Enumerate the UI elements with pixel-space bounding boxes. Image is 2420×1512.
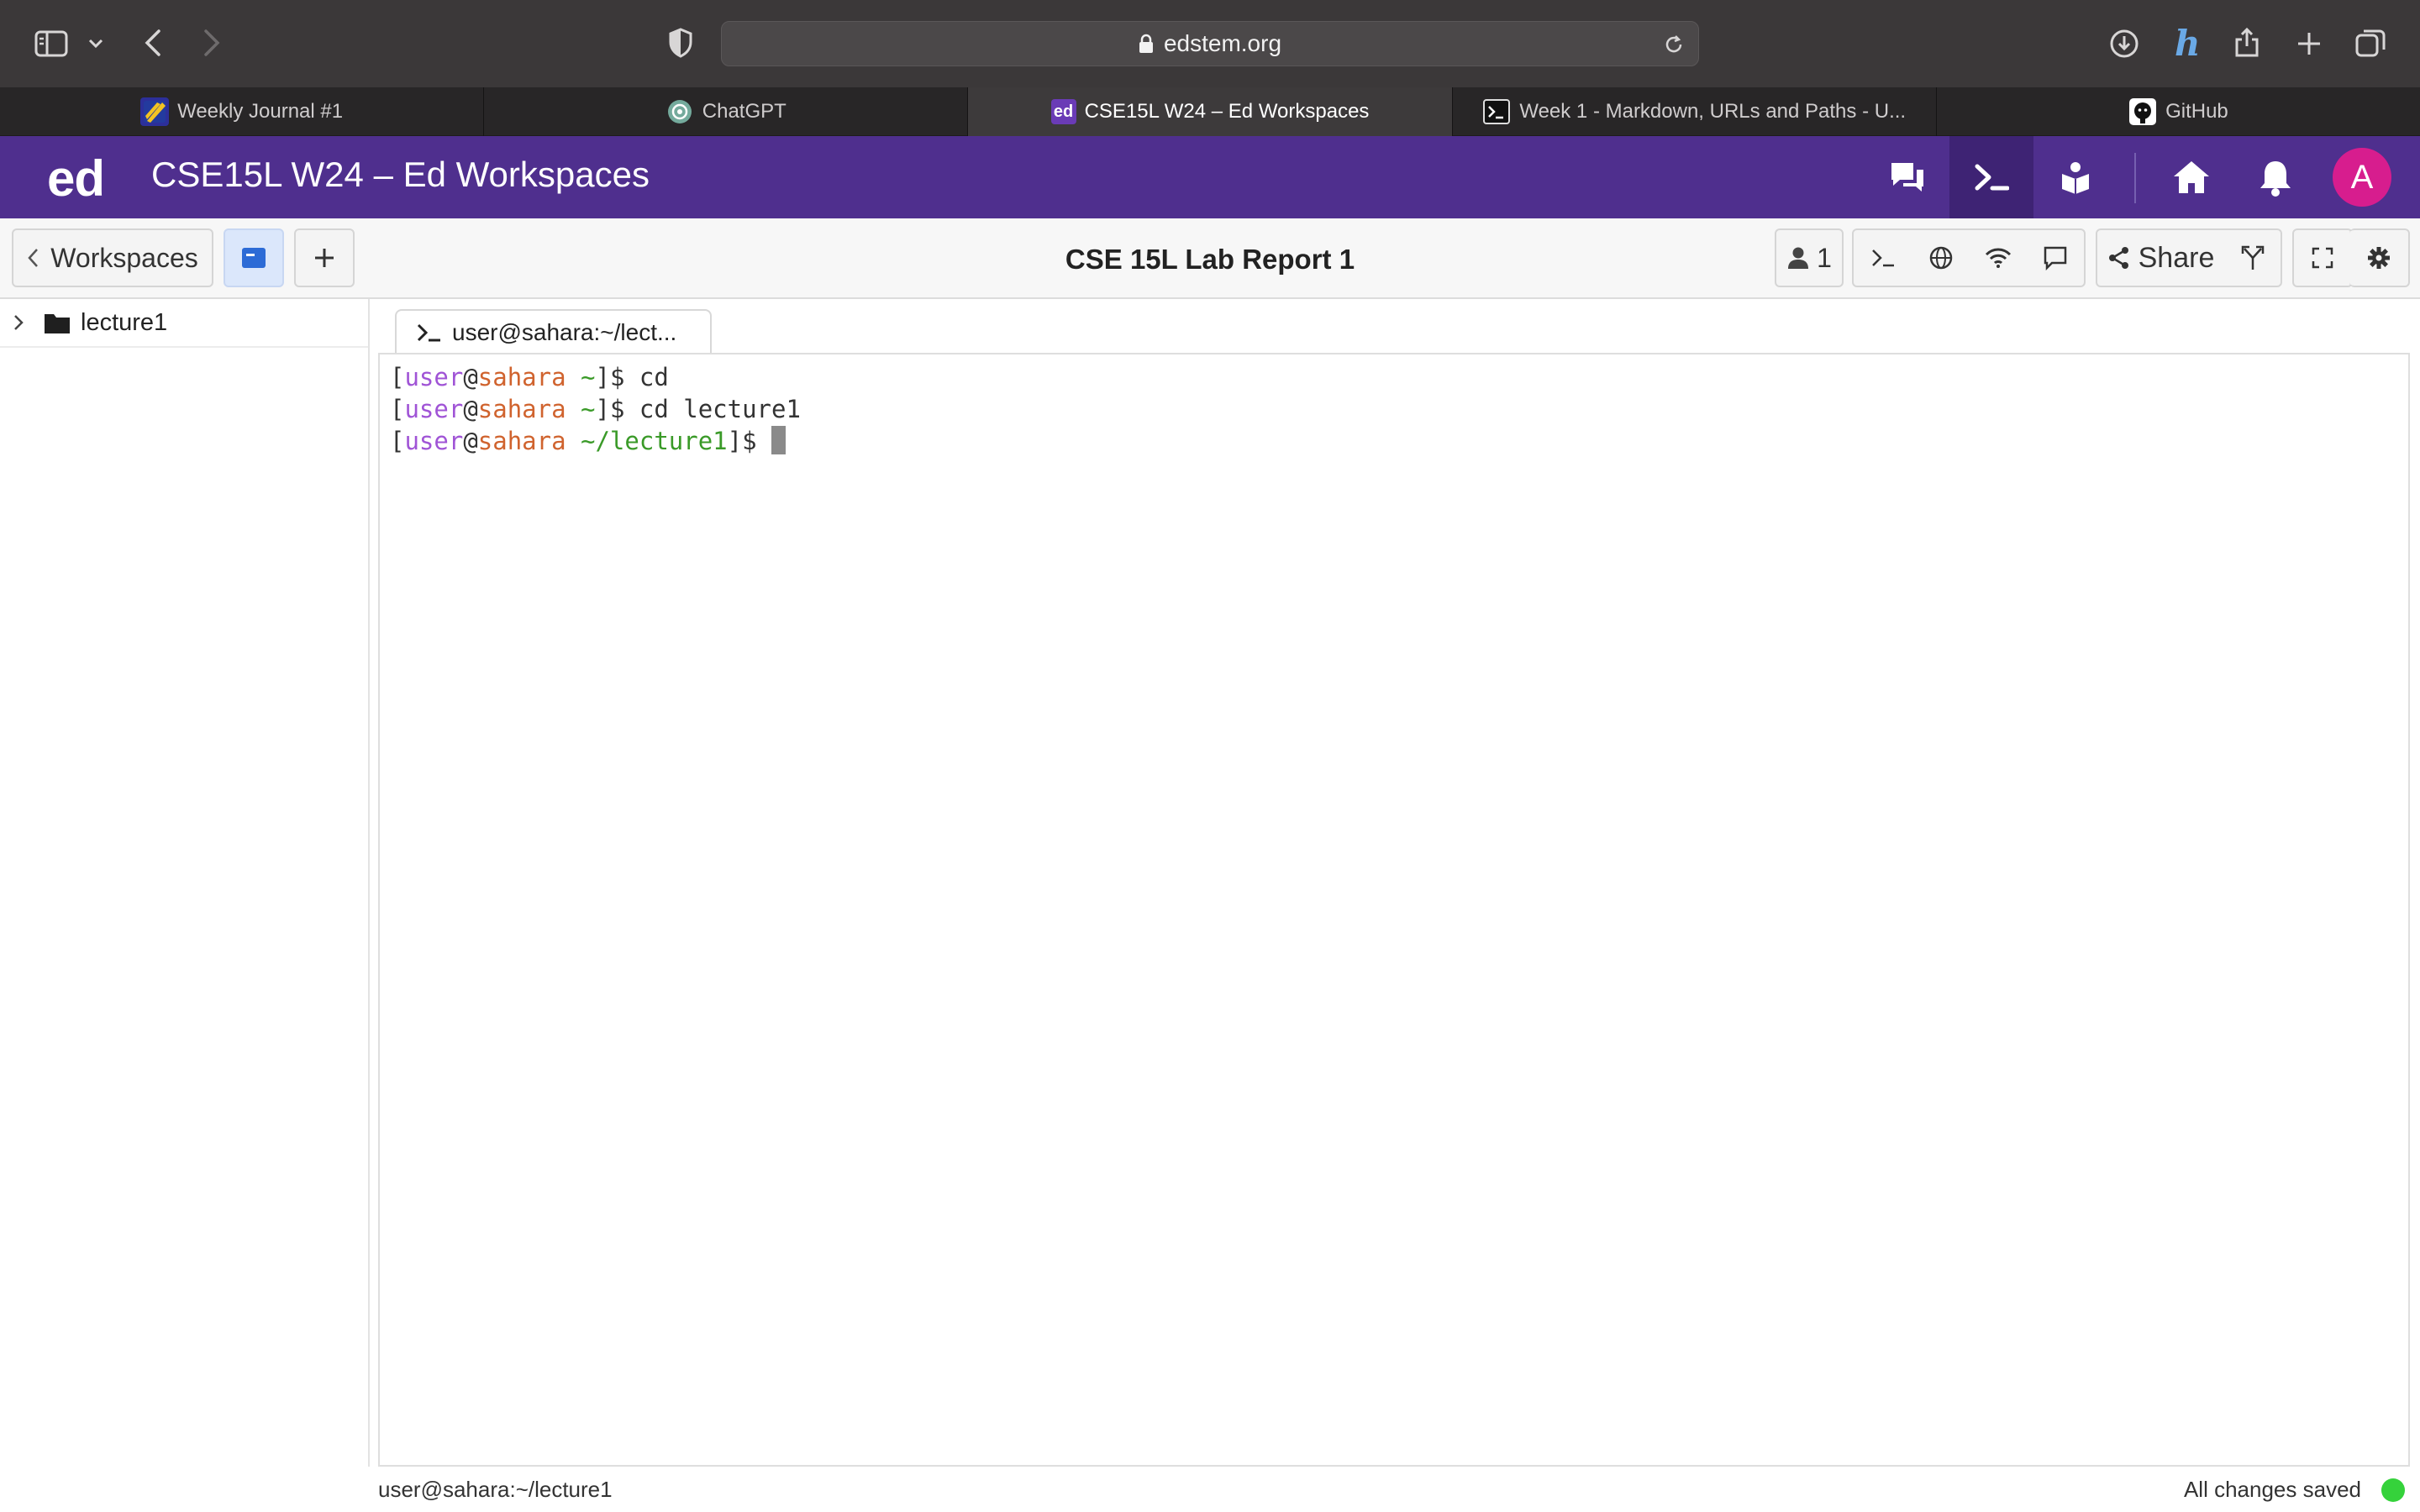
lessons-nav-button[interactable] <box>2033 136 2118 218</box>
comment-icon <box>2043 245 2068 270</box>
chevron-left-icon <box>27 248 39 268</box>
ed-favicon-icon: ed <box>1050 99 1076 124</box>
tab-label: GitHub <box>2165 100 2228 123</box>
workspace-toolbar: Workspaces CSE 15L Lab Report 1 1 Share <box>0 218 2420 299</box>
terminal-line: [user@sahara ~/lecture1]$ <box>390 425 801 457</box>
forward-arrow-icon[interactable] <box>198 25 225 60</box>
status-path: user@sahara:~/lecture1 <box>378 1477 613 1502</box>
browser-toolbar: edstem.org h <box>0 0 2420 87</box>
chevron-down-icon[interactable] <box>86 32 106 55</box>
panel-icon <box>241 247 266 269</box>
network-button[interactable] <box>1912 230 1970 286</box>
url-text: edstem.org <box>1163 30 1282 56</box>
hypothesis-extension-icon[interactable]: h <box>2168 22 2205 64</box>
terminal-tab-label: user@sahara:~/lect... <box>452 319 677 345</box>
users-button[interactable]: 1 <box>1775 228 1844 287</box>
plus-icon <box>313 247 335 269</box>
browser-tab-week1[interactable]: Week 1 - Markdown, URLs and Paths - U... <box>1453 87 1937 136</box>
ed-logo[interactable]: ed <box>47 150 105 207</box>
share-label: Share <box>2138 241 2215 274</box>
fork-icon <box>2240 244 2265 271</box>
page-title: CSE15L W24 – Ed Workspaces <box>151 155 650 194</box>
fork-button[interactable] <box>2225 230 2281 286</box>
add-button[interactable] <box>294 228 355 287</box>
saved-indicator-dot <box>2381 1478 2405 1502</box>
connection-button[interactable] <box>1970 230 2027 286</box>
svg-text:h: h <box>2175 24 2201 62</box>
chat-button[interactable] <box>2027 230 2084 286</box>
sidebar-toggle-icon[interactable] <box>32 27 71 60</box>
terminal-line: [user@sahara ~]$ cd <box>390 363 669 391</box>
terminal-cursor <box>771 426 786 454</box>
status-bar: user@sahara:~/lecture1 All changes saved <box>0 1467 2420 1512</box>
users-count: 1 <box>1817 242 1832 273</box>
tab-label: ChatGPT <box>702 100 786 123</box>
terminal-icon <box>1870 248 1896 268</box>
address-bar[interactable]: edstem.org <box>721 21 1699 66</box>
browser-tab-ed-workspaces[interactable]: ed CSE15L W24 – Ed Workspaces <box>968 87 1453 136</box>
gear-icon <box>2367 246 2391 270</box>
tree-folder-item[interactable]: lecture1 <box>0 299 368 348</box>
save-status-text: All changes saved <box>2183 1477 2361 1502</box>
folder-icon <box>44 311 71 334</box>
header-divider <box>2134 153 2136 203</box>
privacy-shield-icon[interactable] <box>666 25 696 60</box>
tree-item-label: lecture1 <box>81 308 168 336</box>
back-label: Workspaces <box>50 242 198 273</box>
tab-overview-icon[interactable] <box>2353 25 2388 60</box>
fullscreen-button[interactable] <box>2292 228 2353 287</box>
chevron-right-icon <box>13 314 24 331</box>
download-icon[interactable] <box>2107 27 2141 60</box>
tab-label: Week 1 - Markdown, URLs and Paths - U... <box>1519 100 1907 123</box>
share-button[interactable]: Share <box>2097 230 2225 286</box>
home-nav-button[interactable] <box>2149 136 2233 218</box>
book-reader-icon <box>2059 160 2092 194</box>
ed-app-header: ed CSE15L W24 – Ed Workspaces A <box>0 136 2420 218</box>
workspace-tools-group <box>1852 228 2086 287</box>
back-arrow-icon[interactable] <box>139 25 166 60</box>
github-favicon-icon <box>2128 97 2157 126</box>
home-icon <box>2172 160 2211 195</box>
reload-icon[interactable] <box>1661 32 1686 57</box>
toggle-file-panel-button[interactable] <box>224 228 284 287</box>
lock-icon <box>1139 34 1154 54</box>
browser-tab-bar: Weekly Journal #1 ChatGPT ed CSE15L W24 … <box>0 87 2420 136</box>
terminal-icon <box>1974 163 2009 192</box>
new-tab-icon[interactable] <box>2292 27 2326 60</box>
file-tree-sidebar: lecture1 <box>0 299 370 1512</box>
terminal-panel[interactable]: [user@sahara ~]$ cd [user@sahara ~]$ cd l… <box>378 353 2410 1467</box>
share-group: Share <box>2096 228 2282 287</box>
share-icon[interactable] <box>2232 24 2262 60</box>
new-terminal-button[interactable] <box>1854 230 1912 286</box>
bell-icon <box>2259 158 2292 197</box>
terminal-output: [user@sahara ~]$ cd [user@sahara ~]$ cd l… <box>390 361 801 457</box>
settings-button[interactable] <box>2349 228 2410 287</box>
back-to-workspaces-button[interactable]: Workspaces <box>12 228 213 287</box>
tab-label: Weekly Journal #1 <box>177 100 344 123</box>
terminal-line: [user@sahara ~]$ cd lecture1 <box>390 395 801 423</box>
browser-tab-chatgpt[interactable]: ChatGPT <box>484 87 969 136</box>
workspaces-nav-button[interactable] <box>1949 136 2033 218</box>
globe-icon <box>1928 245 1954 270</box>
terminal-icon <box>417 323 442 343</box>
journal-favicon-icon <box>140 97 170 126</box>
share-nodes-icon <box>2108 246 2130 270</box>
chat-bubbles-icon <box>1888 160 1927 195</box>
wifi-icon <box>1985 247 2012 269</box>
browser-tab-weekly-journal[interactable]: Weekly Journal #1 <box>0 87 485 136</box>
user-icon <box>1786 246 1810 270</box>
notifications-button[interactable] <box>2233 136 2317 218</box>
browser-tab-github[interactable]: GitHub <box>1937 87 2420 136</box>
tab-label: CSE15L W24 – Ed Workspaces <box>1084 100 1370 123</box>
discussion-nav-button[interactable] <box>1865 136 1949 218</box>
terminal-favicon-icon <box>1482 97 1511 126</box>
user-avatar[interactable]: A <box>2333 148 2391 207</box>
expand-icon <box>2312 247 2333 269</box>
terminal-tab[interactable]: user@sahara:~/lect... <box>395 309 713 354</box>
chatgpt-favicon-icon <box>666 97 694 126</box>
